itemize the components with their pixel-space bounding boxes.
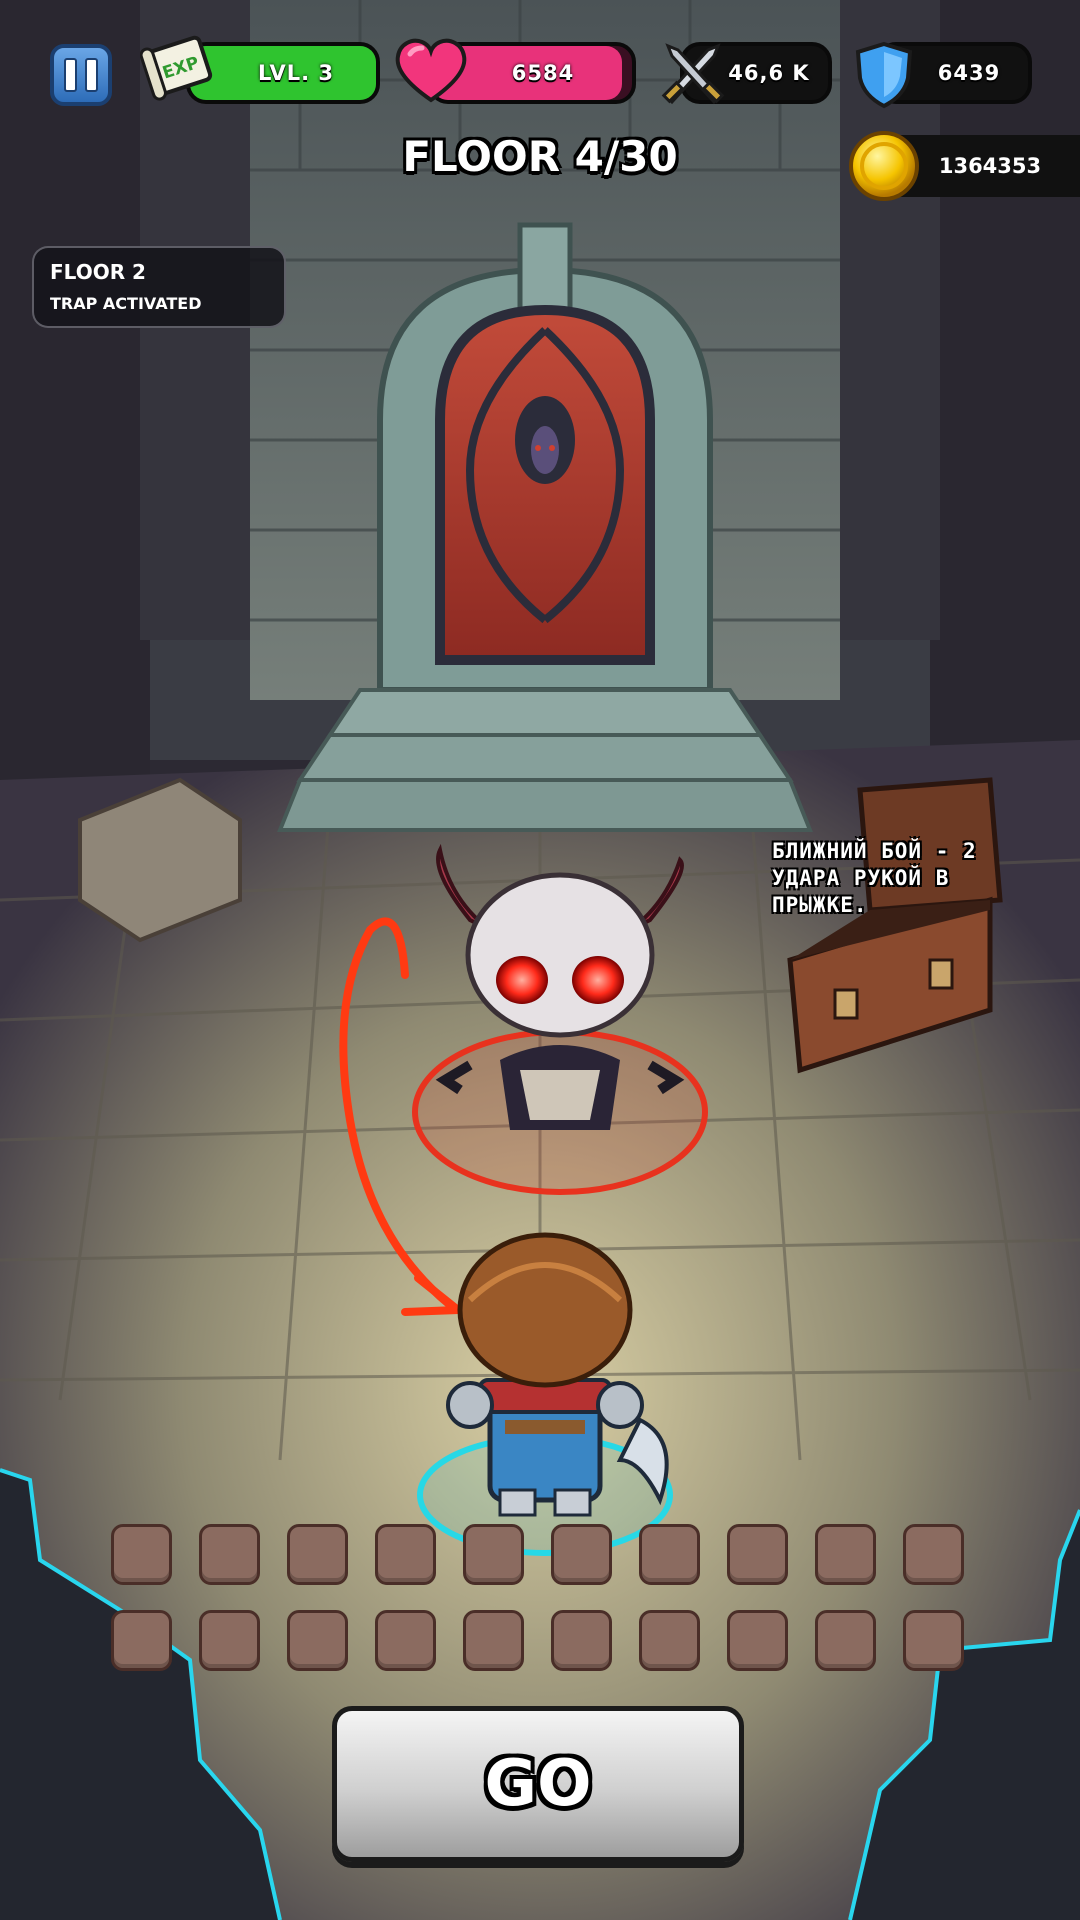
inventory-slot[interactable]: [199, 1610, 260, 1671]
inventory-slot[interactable]: [375, 1524, 436, 1585]
inventory-slot[interactable]: [463, 1610, 524, 1671]
inventory-slot[interactable]: [199, 1524, 260, 1585]
heart-icon: [395, 38, 467, 103]
pause-icon: [64, 58, 77, 92]
inventory-slot[interactable]: [727, 1610, 788, 1671]
level-label: LVL. 3: [257, 61, 335, 85]
inventory-slot[interactable]: [815, 1524, 876, 1585]
event-floor-label: FLOOR 2: [50, 260, 146, 284]
inventory-row: [111, 1610, 971, 1671]
inventory-slot[interactable]: [111, 1524, 172, 1585]
event-info-panel: FLOOR 2 TRAP ACTIVATED: [32, 246, 286, 328]
inventory-slot[interactable]: [111, 1610, 172, 1671]
inventory-slot[interactable]: [639, 1524, 700, 1585]
pause-button[interactable]: [50, 44, 112, 106]
shield-icon: [855, 41, 913, 109]
crossed-swords-icon: [661, 43, 725, 105]
inventory-slot[interactable]: [551, 1610, 612, 1671]
go-button-label: GO: [484, 1747, 592, 1821]
event-description: TRAP ACTIVATED: [50, 294, 202, 313]
gold-value: 1364353: [938, 154, 1042, 178]
gold-coin-icon: [849, 131, 919, 201]
inventory-slot[interactable]: [287, 1610, 348, 1671]
inventory-slot[interactable]: [463, 1524, 524, 1585]
inventory-slot[interactable]: [903, 1524, 964, 1585]
skill-annotation: БЛИЖНИЙ БОЙ - 2 УДАРА РУКОЙ В ПРЫЖКЕ.: [772, 839, 977, 917]
inventory-slots: [111, 1524, 971, 1696]
inventory-slot[interactable]: [375, 1610, 436, 1671]
inventory-slot[interactable]: [903, 1610, 964, 1671]
go-button[interactable]: GO: [332, 1706, 744, 1862]
inventory-slot[interactable]: [639, 1610, 700, 1671]
exp-scroll-icon: EXP: [140, 35, 213, 101]
inventory-slot[interactable]: [727, 1524, 788, 1585]
inventory-slot[interactable]: [815, 1610, 876, 1671]
inventory-slot[interactable]: [551, 1524, 612, 1585]
inventory-row: [111, 1524, 971, 1585]
inventory-slot[interactable]: [287, 1524, 348, 1585]
